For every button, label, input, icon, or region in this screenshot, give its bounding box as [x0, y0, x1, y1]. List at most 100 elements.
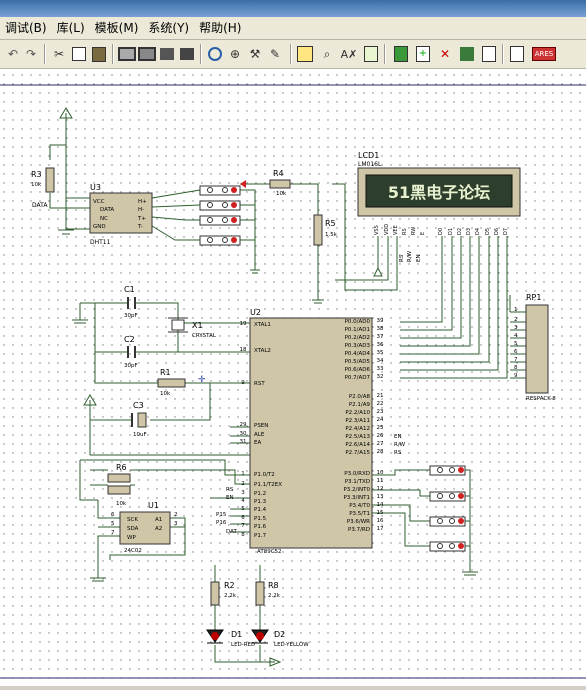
c3-ref: C3 — [133, 401, 144, 410]
decompose-icon[interactable]: ✎ — [266, 45, 284, 63]
lcd-pin-d3: D3 — [466, 228, 472, 235]
u2-pin-num: 30 — [240, 431, 247, 437]
search-icon[interactable]: ⌕ — [318, 45, 336, 63]
u3-pin-nc: NC — [100, 216, 108, 222]
remove-sheet-icon[interactable] — [392, 45, 410, 63]
u2-pin-num: 31 — [240, 439, 247, 445]
u2-net-p15: P15 — [216, 512, 227, 518]
property-assign-icon[interactable]: A✗ — [340, 45, 358, 63]
lcd-pin-vss: VSS — [374, 225, 380, 235]
menu-help[interactable]: 帮助(H) — [194, 18, 246, 38]
u2-pin-name: P1.2 — [254, 491, 266, 497]
menu-bar: 调试(B) 库(L) 模板(M) 系统(Y) 帮助(H) — [0, 17, 586, 40]
d2-ref: D2 — [274, 630, 285, 639]
u2-net-en-p2: EN — [394, 434, 402, 440]
copy-icon[interactable] — [70, 45, 88, 63]
schematic-canvas[interactable]: U3 VCC DATA NC GND H+ H- T+ T- DHT11 R3 … — [0, 69, 586, 686]
block-delete-icon[interactable] — [178, 45, 196, 63]
lcd-pin-d6: D6 — [494, 228, 500, 235]
lcd-pin-d1: D1 — [448, 228, 454, 235]
menu-template[interactable]: 模板(M) — [90, 18, 144, 38]
u2-pin-num: 14 — [377, 502, 384, 508]
r6-ref: R6 — [116, 463, 127, 472]
u2-pin-name: P3.7/RD — [348, 527, 370, 533]
goto-sheet-icon[interactable]: + — [414, 45, 432, 63]
r2-ref: R2 — [224, 581, 235, 590]
u2-pin-name: XTAL2 — [254, 348, 271, 354]
electrical-rule-check-icon[interactable] — [458, 45, 476, 63]
new-sheet-icon[interactable] — [362, 45, 380, 63]
lcd-pin-d0: D0 — [438, 228, 444, 235]
u2-net-rs-p1: RS — [226, 487, 234, 493]
zoom-icon[interactable] — [206, 45, 224, 63]
lcd-pin-d4: D4 — [475, 228, 481, 235]
rp1-pin-num: 4 — [514, 333, 518, 339]
block-copy-icon[interactable] — [118, 45, 136, 63]
u2-pin-num: 24 — [377, 417, 384, 423]
cut-icon[interactable]: ✂ — [50, 45, 68, 63]
block-move-icon[interactable] — [138, 45, 156, 63]
menu-system[interactable]: 系统(Y) — [143, 18, 194, 38]
u3-pin-vcc: VCC — [93, 199, 105, 205]
u2-pin-num: 38 — [377, 326, 384, 332]
schematic-svg: U3 VCC DATA NC GND H+ H- T+ T- DHT11 R3 … — [0, 69, 586, 686]
u1-pin-num-5: 5 — [111, 521, 115, 527]
u2-pin-num: 32 — [377, 374, 384, 380]
rp1-pin-num: 1 — [514, 307, 518, 313]
u2-pin-num: 37 — [377, 334, 384, 340]
c1-value: 30pF — [124, 313, 138, 319]
u2-net-rs-p2: RS — [394, 450, 402, 456]
u3-pin-data: DATA — [100, 207, 114, 213]
u1-pin-num-3: 3 — [174, 521, 178, 527]
menu-debug[interactable]: 调试(B) — [0, 18, 52, 38]
toolbar: ↶ ↷ ✂ ⊕ ⚒ ✎ ⌕ A✗ + ✕ ARES — [0, 40, 586, 69]
paste-icon[interactable] — [90, 45, 108, 63]
lcd-net-rs: RS — [399, 254, 405, 262]
u2-pin-name: P1.0/T2 — [254, 472, 275, 478]
u2-pin-num: 12 — [377, 486, 384, 492]
u2-pin-num: 33 — [377, 366, 384, 372]
u2-model: AT89C52 — [257, 549, 282, 555]
u2-pin-num: 15 — [377, 510, 384, 516]
u1-pin-sda: SDA — [127, 526, 139, 532]
wire-autorouter-icon[interactable] — [296, 45, 314, 63]
u2-pin-name: P2.1/A9 — [349, 402, 371, 408]
u2-pin-name: P3.6/WR — [347, 519, 370, 525]
redo-icon[interactable]: ↷ — [22, 45, 40, 63]
u3-pin-t-minus: T- — [137, 224, 143, 230]
r1-ref: R1 — [160, 368, 171, 377]
u2-pin-name: P3.2/INT0 — [343, 487, 370, 493]
u2-pin-name: P1.1/T2EX — [254, 482, 282, 488]
u2-pin-num: 10 — [377, 470, 384, 476]
undo-icon[interactable]: ↶ — [4, 45, 22, 63]
make-device-icon[interactable]: ⚒ — [246, 45, 264, 63]
u2-pin-name: P1.3 — [254, 499, 267, 505]
r3-ref: R3 — [31, 170, 42, 179]
c1-ref: C1 — [124, 285, 135, 294]
rp1-pin-num: 9 — [514, 373, 518, 379]
u2-pin-name: P2.2/A10 — [345, 410, 370, 416]
lcd-pin-rs: RS — [402, 228, 408, 235]
u2-pin-num: 6 — [241, 515, 245, 521]
menu-library[interactable]: 库(L) — [52, 18, 90, 38]
r7-value: 10k — [116, 501, 127, 507]
u2-pin-num: 35 — [377, 350, 384, 356]
u2-pin-num: 39 — [377, 318, 384, 324]
u2-pin-num: 11 — [377, 478, 384, 484]
u2-pin-name: P0.3/AD3 — [345, 343, 371, 349]
r5-ref: R5 — [325, 219, 336, 228]
u2-pin-num: 23 — [377, 409, 384, 415]
u2-pin-num: 36 — [377, 342, 384, 348]
pick-device-icon[interactable]: ⊕ — [226, 45, 244, 63]
document-icon[interactable] — [508, 45, 526, 63]
u2-pin-num: 13 — [377, 494, 384, 500]
ares-button[interactable]: ARES — [531, 45, 557, 63]
u1-pin-num-2: 2 — [174, 512, 178, 518]
u2-pin-num: 34 — [377, 358, 384, 364]
u1-pin-num-7: 7 — [111, 530, 115, 536]
block-rotate-icon[interactable] — [158, 45, 176, 63]
u2-pin-num: 29 — [240, 422, 247, 428]
netlist-to-ares-icon[interactable] — [480, 45, 498, 63]
bill-of-materials-icon[interactable]: ✕ — [436, 45, 454, 63]
r3-net-label: DATA — [32, 202, 48, 209]
